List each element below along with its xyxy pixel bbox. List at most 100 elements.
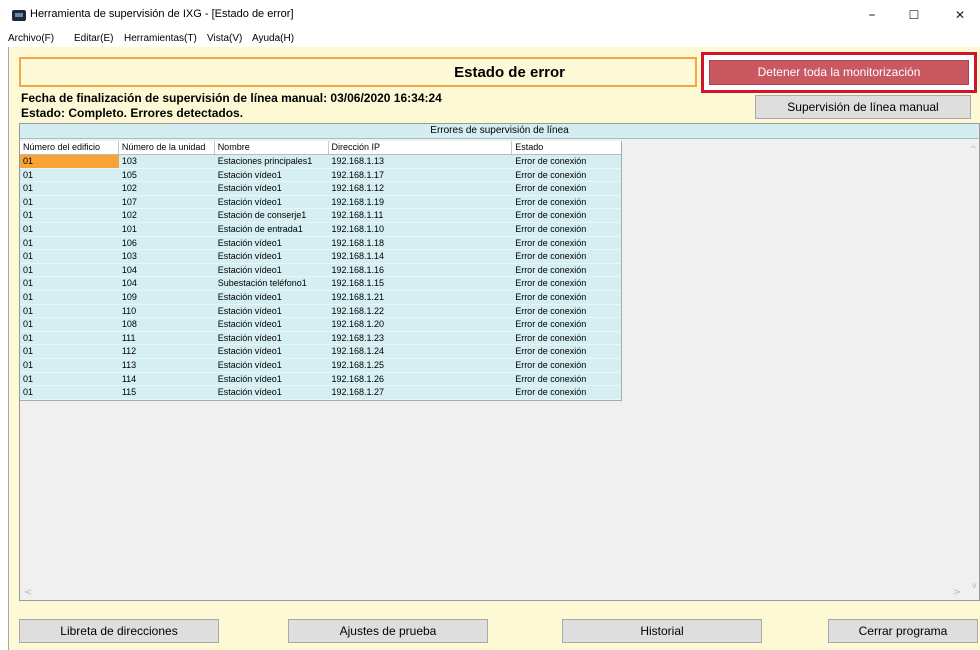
cell-building[interactable]: 01 xyxy=(20,250,119,263)
cell-ip[interactable]: 192.168.1.25 xyxy=(329,359,513,372)
cell-status[interactable]: Error de conexión xyxy=(512,155,621,168)
cell-name[interactable]: Estación vídeo1 xyxy=(215,318,329,331)
cell-building[interactable]: 01 xyxy=(20,373,119,386)
cell-status[interactable]: Error de conexión xyxy=(512,305,621,318)
cell-name[interactable]: Subestación teléfono1 xyxy=(215,277,329,290)
cell-unit[interactable]: 115 xyxy=(119,386,215,399)
cell-unit[interactable]: 106 xyxy=(119,237,215,250)
cell-status[interactable]: Error de conexión xyxy=(512,386,621,399)
cell-unit[interactable]: 110 xyxy=(119,305,215,318)
vertical-scrollbar[interactable]: ^ v xyxy=(965,141,979,597)
cell-name[interactable]: Estación vídeo1 xyxy=(215,305,329,318)
cell-ip[interactable]: 192.168.1.22 xyxy=(329,305,513,318)
cell-name[interactable]: Estaciones principales1 xyxy=(215,155,329,168)
table-row[interactable]: 01 107 Estación vídeo1 192.168.1.19 Error de… xyxy=(20,195,621,210)
cell-building[interactable]: 01 xyxy=(20,169,119,182)
scroll-right-icon[interactable]: > xyxy=(953,587,961,598)
cell-ip[interactable]: 192.168.1.18 xyxy=(329,237,513,250)
cell-unit[interactable]: 102 xyxy=(119,182,215,195)
cell-name[interactable]: Estación vídeo1 xyxy=(215,332,329,345)
cell-name[interactable]: Estación vídeo1 xyxy=(215,373,329,386)
cell-ip[interactable]: 192.168.1.23 xyxy=(329,332,513,345)
menu-vista[interactable]: Vista(V) xyxy=(207,33,242,44)
cell-ip[interactable]: 192.168.1.15 xyxy=(329,277,513,290)
cell-ip[interactable]: 192.168.1.20 xyxy=(329,318,513,331)
cell-unit[interactable]: 103 xyxy=(119,155,215,168)
cell-building[interactable]: 01 xyxy=(20,223,119,236)
cell-ip[interactable]: 192.168.1.12 xyxy=(329,182,513,195)
cell-name[interactable]: Estación vídeo1 xyxy=(215,182,329,195)
cell-unit[interactable]: 104 xyxy=(119,277,215,290)
cell-name[interactable]: Estación vídeo1 xyxy=(215,359,329,372)
cell-unit[interactable]: 103 xyxy=(119,250,215,263)
cell-ip[interactable]: 192.168.1.13 xyxy=(329,155,513,168)
cell-status[interactable]: Error de conexión xyxy=(512,209,621,222)
menu-editar[interactable]: Editar(E) xyxy=(74,33,113,44)
cell-unit[interactable]: 101 xyxy=(119,223,215,236)
cell-ip[interactable]: 192.168.1.16 xyxy=(329,264,513,277)
cell-ip[interactable]: 192.168.1.19 xyxy=(329,196,513,209)
cell-unit[interactable]: 114 xyxy=(119,373,215,386)
cell-status[interactable]: Error de conexión xyxy=(512,277,621,290)
cell-building[interactable]: 01 xyxy=(20,359,119,372)
cell-building[interactable]: 01 xyxy=(20,264,119,277)
cell-building[interactable]: 01 xyxy=(20,305,119,318)
table-row[interactable]: 01 104 Estación vídeo1 192.168.1.16 Error de… xyxy=(20,263,621,278)
cell-ip[interactable]: 192.168.1.11 xyxy=(329,209,513,222)
cell-building[interactable]: 01 xyxy=(20,386,119,399)
test-settings-button[interactable]: Ajustes de prueba xyxy=(288,619,488,643)
table-row[interactable]: 01 112 Estación vídeo1 192.168.1.24 Error de… xyxy=(20,345,621,359)
cell-status[interactable]: Error de conexión xyxy=(512,291,621,304)
cell-name[interactable]: Estación vídeo1 xyxy=(215,386,329,399)
cell-status[interactable]: Error de conexión xyxy=(512,373,621,386)
cell-unit[interactable]: 104 xyxy=(119,264,215,277)
table-row[interactable]: 01 108 Estación vídeo1 192.168.1.20 Error de… xyxy=(20,318,621,332)
table-row[interactable]: 01 106 Estación vídeo1 192.168.1.18 Error de… xyxy=(20,236,621,251)
table-row[interactable]: 01 104 Subestación teléfono1 192.168.1.15 Er… xyxy=(20,277,621,291)
cell-status[interactable]: Error de conexión xyxy=(512,345,621,358)
table-row[interactable]: 01 114 Estación vídeo1 192.168.1.26 Error de… xyxy=(20,372,621,387)
table-row[interactable]: 01 113 Estación vídeo1 192.168.1.25 Error de… xyxy=(20,358,621,373)
menu-ayuda[interactable]: Ayuda(H) xyxy=(252,33,294,44)
cell-unit[interactable]: 107 xyxy=(119,196,215,209)
cell-status[interactable]: Error de conexión xyxy=(512,169,621,182)
cell-unit[interactable]: 113 xyxy=(119,359,215,372)
cell-status[interactable]: Error de conexión xyxy=(512,223,621,236)
cell-name[interactable]: Estación vídeo1 xyxy=(215,237,329,250)
address-book-button[interactable]: Libreta de direcciones xyxy=(19,619,219,643)
cell-ip[interactable]: 192.168.1.24 xyxy=(329,345,513,358)
cell-name[interactable]: Estación de entrada1 xyxy=(215,223,329,236)
column-header-status[interactable]: Estado xyxy=(512,141,621,154)
cell-building[interactable]: 01 xyxy=(20,237,119,250)
cell-building[interactable]: 01 xyxy=(20,209,119,222)
cell-status[interactable]: Error de conexión xyxy=(512,264,621,277)
table-row[interactable]: 01 103 Estación vídeo1 192.168.1.14 Error de… xyxy=(20,250,621,264)
cell-unit[interactable]: 109 xyxy=(119,291,215,304)
cell-building[interactable]: 01 xyxy=(20,277,119,290)
table-row[interactable]: 01 105 Estación vídeo1 192.168.1.17 Error de… xyxy=(20,168,621,183)
horizontal-scrollbar[interactable]: < > xyxy=(20,586,979,600)
table-row[interactable]: 01 102 Estación de conserje1 192.168.1.11 Er… xyxy=(20,209,621,223)
cell-unit[interactable]: 111 xyxy=(119,332,215,345)
table-row[interactable]: 01 115 Estación vídeo1 192.168.1.27 Error de… xyxy=(20,386,621,400)
cell-building[interactable]: 01 xyxy=(20,182,119,195)
table-row[interactable]: 01 111 Estación vídeo1 192.168.1.23 Error de… xyxy=(20,331,621,346)
table-row[interactable]: 01 110 Estación vídeo1 192.168.1.22 Error de… xyxy=(20,304,621,319)
column-header-unit[interactable]: Número de la unidad xyxy=(119,141,215,154)
cell-name[interactable]: Estación vídeo1 xyxy=(215,291,329,304)
cell-ip[interactable]: 192.168.1.14 xyxy=(329,250,513,263)
cell-ip[interactable]: 192.168.1.26 xyxy=(329,373,513,386)
cell-status[interactable]: Error de conexión xyxy=(512,196,621,209)
cell-unit[interactable]: 108 xyxy=(119,318,215,331)
cell-ip[interactable]: 192.168.1.17 xyxy=(329,169,513,182)
cell-status[interactable]: Error de conexión xyxy=(512,359,621,372)
cell-ip[interactable]: 192.168.1.21 xyxy=(329,291,513,304)
cell-building[interactable]: 01 xyxy=(20,291,119,304)
cell-building[interactable]: 01 xyxy=(20,196,119,209)
table-row[interactable]: 01 103 Estaciones principales1 192.168.1.13… xyxy=(20,155,621,169)
menu-herramientas[interactable]: Herramientas(T) xyxy=(124,33,197,44)
table-row[interactable]: 01 102 Estación vídeo1 192.168.1.12 Error de… xyxy=(20,182,621,196)
table-row[interactable]: 01 109 Estación vídeo1 192.168.1.21 Error de… xyxy=(20,290,621,305)
cell-name[interactable]: Estación de conserje1 xyxy=(215,209,329,222)
stop-all-monitoring-button[interactable]: Detener toda la monitorización xyxy=(709,60,969,85)
